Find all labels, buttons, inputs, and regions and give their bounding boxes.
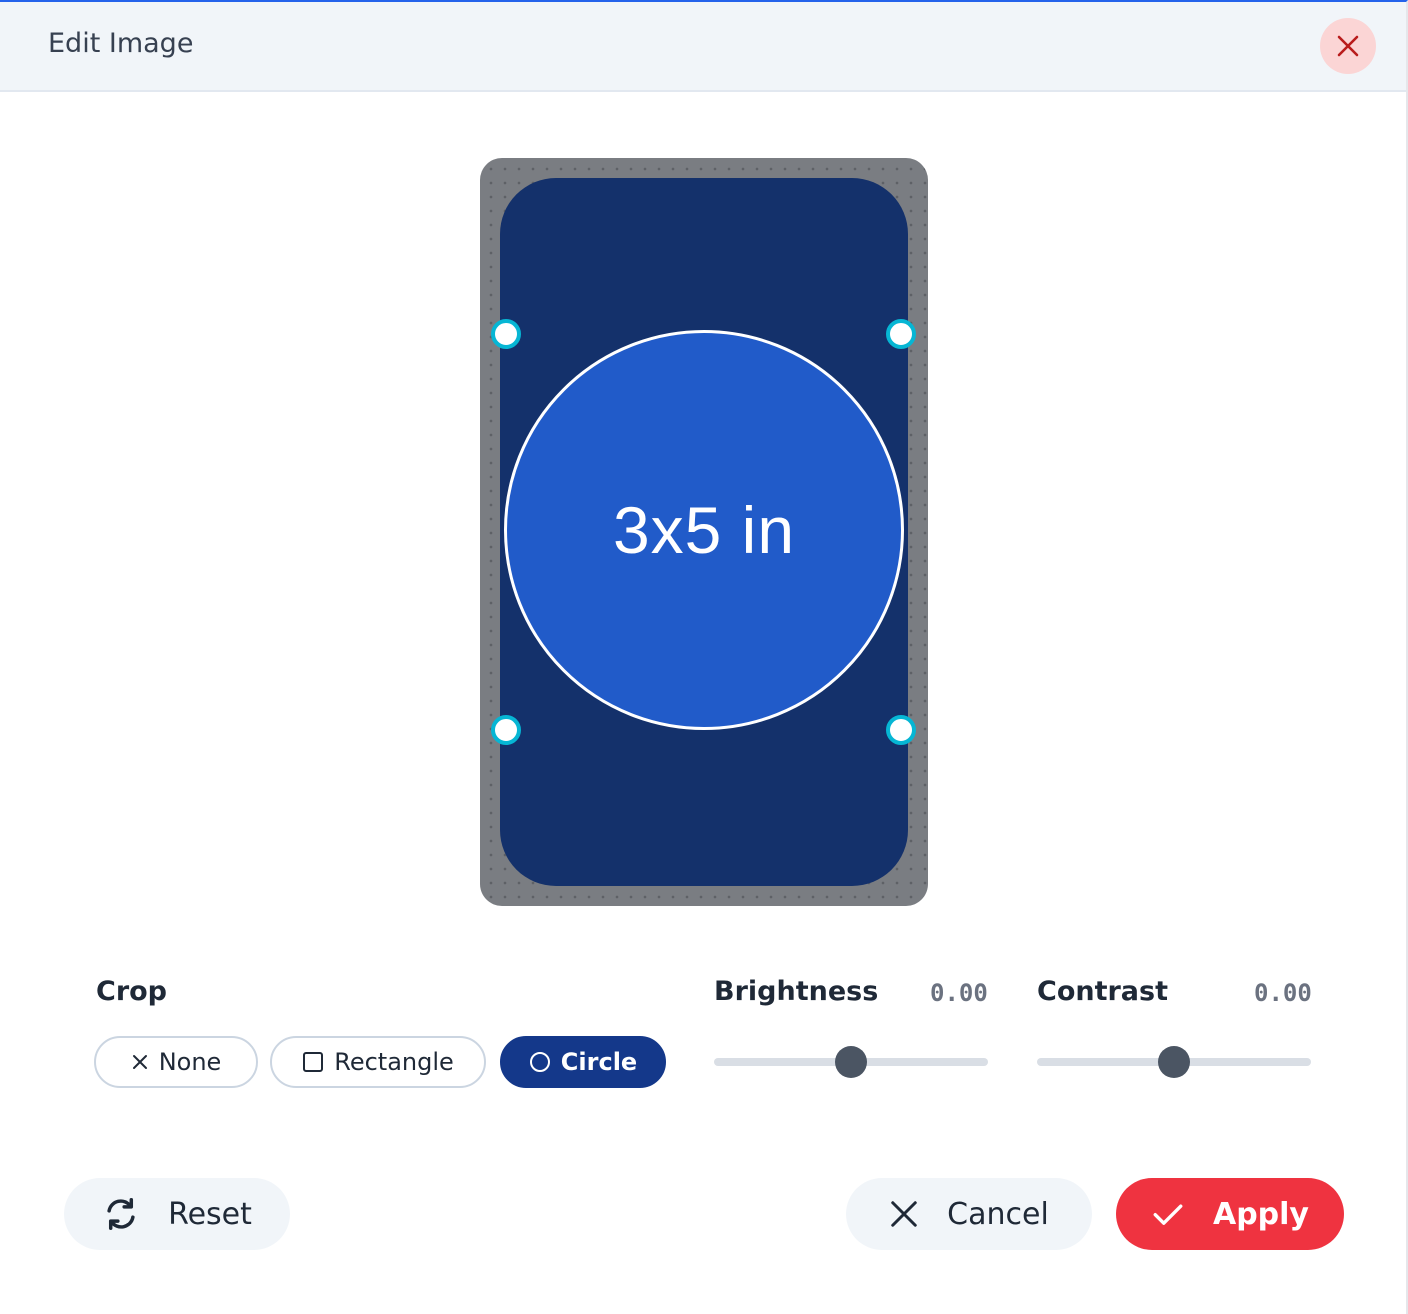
image-preview-card: 3x5 in [491, 178, 916, 886]
cancel-button-label: Cancel [947, 1196, 1049, 1232]
brightness-slider[interactable] [714, 1042, 988, 1082]
edit-image-dialog: Edit Image 3x5 in Crop None Rectangle Ci… [0, 0, 1408, 1314]
close-icon [1337, 35, 1359, 57]
contrast-label: Contrast [1037, 976, 1169, 1007]
contrast-slider-thumb[interactable] [1158, 1046, 1190, 1078]
dialog-header: Edit Image [0, 2, 1406, 92]
brightness-value: 0.00 [930, 979, 988, 1007]
x-icon [891, 1201, 917, 1227]
crop-handle-bottom-right[interactable] [886, 715, 916, 745]
image-preview-frame: 3x5 in [480, 158, 928, 906]
crop-option-rectangle-label: Rectangle [334, 1048, 454, 1076]
apply-button-label: Apply [1212, 1196, 1309, 1232]
crop-circle-region[interactable]: 3x5 in [504, 330, 904, 730]
crop-handle-top-left[interactable] [491, 319, 521, 349]
crop-handle-bottom-left[interactable] [491, 715, 521, 745]
crop-option-none[interactable]: None [94, 1036, 258, 1088]
contrast-value: 0.00 [1254, 979, 1312, 1007]
image-size-label: 3x5 in [612, 493, 796, 567]
refresh-icon [107, 1198, 135, 1230]
crop-handle-top-right[interactable] [886, 319, 916, 349]
contrast-slider[interactable] [1037, 1042, 1311, 1082]
circle-icon [529, 1052, 550, 1072]
brightness-label: Brightness [714, 976, 879, 1007]
crop-option-circle[interactable]: Circle [500, 1036, 666, 1088]
close-button[interactable] [1320, 18, 1376, 74]
cancel-button[interactable]: Cancel [846, 1178, 1092, 1250]
crop-label: Crop [96, 976, 168, 1007]
square-icon [303, 1052, 324, 1072]
checkmark-icon [1153, 1204, 1183, 1225]
brightness-slider-thumb[interactable] [835, 1046, 867, 1078]
apply-button[interactable]: Apply [1116, 1178, 1344, 1250]
crop-option-circle-label: Circle [560, 1048, 638, 1076]
crop-option-rectangle[interactable]: Rectangle [270, 1036, 486, 1088]
dialog-title: Edit Image [48, 28, 194, 59]
reset-button-label: Reset [168, 1196, 252, 1232]
crop-option-none-label: None [158, 1048, 222, 1076]
x-icon [132, 1055, 147, 1069]
reset-button[interactable]: Reset [64, 1178, 290, 1250]
